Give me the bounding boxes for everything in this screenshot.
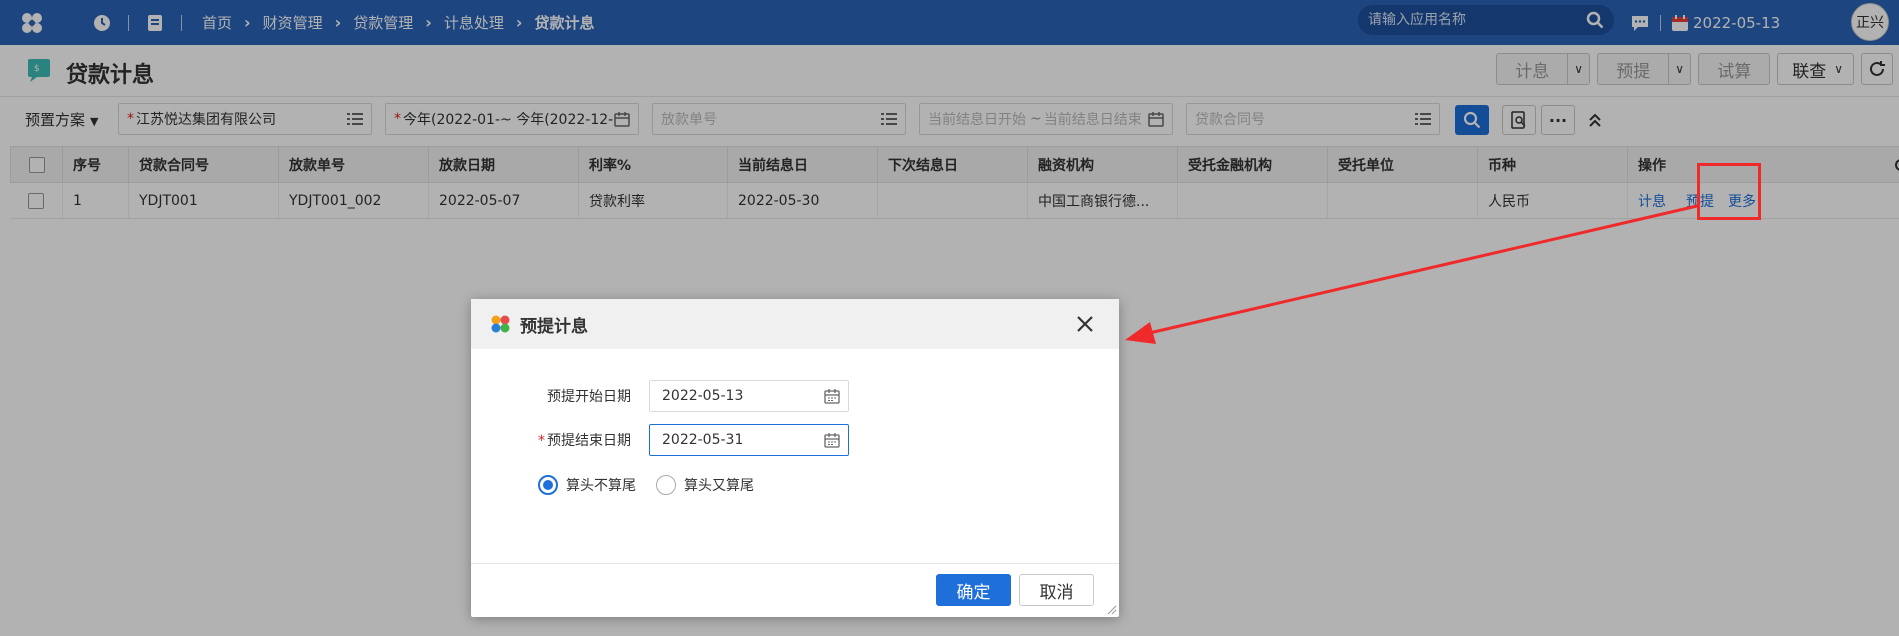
start-date-field[interactable]: 2022-05-13: [649, 380, 849, 412]
start-date-row: 预提开始日期 2022-05-13: [471, 380, 849, 412]
start-date-label: 预提开始日期: [547, 389, 631, 405]
provision-dialog: 预提计息 预提开始日期 2022-05-13 * 预提结束日期 2022-05-3…: [471, 299, 1119, 617]
radio-head-not-tail-label: 算头不算尾: [566, 478, 636, 494]
calendar-icon[interactable]: [824, 388, 840, 404]
end-date-label: 预提结束日期: [547, 433, 631, 449]
calendar-icon[interactable]: [824, 432, 840, 448]
cancel-button[interactable]: 取消: [1019, 574, 1094, 606]
radio-head-and-tail[interactable]: [656, 475, 676, 495]
dialog-footer: 确定 取消: [471, 563, 1119, 617]
resize-handle-icon[interactable]: [1107, 605, 1117, 615]
required-mark: *: [538, 433, 545, 449]
close-icon[interactable]: [1073, 312, 1097, 336]
end-date-row: * 预提结束日期 2022-05-31: [471, 424, 849, 456]
start-date-value: 2022-05-13: [662, 388, 744, 404]
end-date-value: 2022-05-31: [662, 432, 744, 448]
app-logo-icon: [491, 315, 510, 333]
dialog-header: 预提计息: [471, 299, 1119, 349]
confirm-button[interactable]: 确定: [936, 574, 1011, 606]
annotation-highlight-box: [1697, 163, 1761, 220]
end-date-field[interactable]: 2022-05-31: [649, 424, 849, 456]
radio-head-and-tail-label: 算头又算尾: [684, 478, 754, 494]
radio-head-not-tail[interactable]: [538, 475, 558, 495]
day-count-options: 算头不算尾 算头又算尾: [538, 475, 754, 495]
end-date-label-wrap: * 预提结束日期: [471, 430, 649, 450]
dialog-title: 预提计息: [520, 316, 588, 337]
